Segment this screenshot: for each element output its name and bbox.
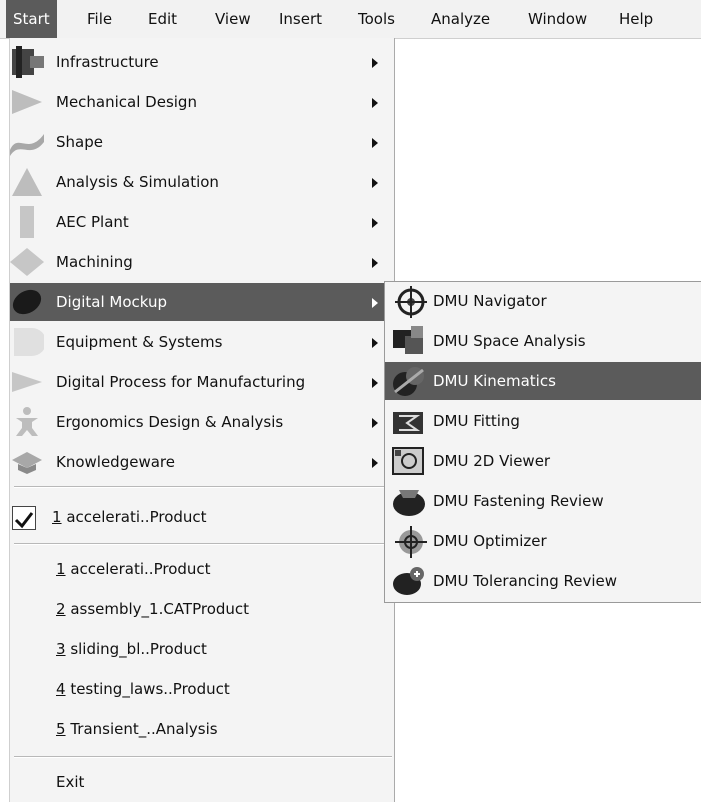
menu-file[interactable]: File bbox=[80, 0, 119, 38]
menu-window[interactable]: Window bbox=[521, 0, 594, 38]
knowledgeware-icon bbox=[12, 452, 42, 474]
dmu-tolerancing-review-icon bbox=[393, 567, 424, 595]
ergonomics-icon bbox=[16, 407, 38, 436]
digital-mockup-submenu: DMU Navigator DMU Space Analysis DMU Kin… bbox=[384, 281, 701, 603]
submenu-item-dmu-kinematics[interactable]: DMU Kinematics bbox=[385, 362, 701, 400]
recent-file-5[interactable]: 5 Transient_..Analysis bbox=[10, 710, 394, 748]
recent-file-4[interactable]: 4 testing_laws..Product bbox=[10, 670, 394, 708]
submenu-item-dmu-fitting[interactable]: DMU Fitting bbox=[385, 402, 701, 440]
dmu-fastening-review-icon bbox=[393, 490, 425, 516]
recent-file-2[interactable]: 2 assembly_1.CATProduct bbox=[10, 590, 394, 628]
menu-item-label: Infrastructure bbox=[56, 53, 159, 71]
recent-file-3[interactable]: 3 sliding_bl..Product bbox=[10, 630, 394, 668]
submenu-arrow-icon bbox=[372, 338, 378, 348]
recent-file-1[interactable]: 1 accelerati..Product bbox=[10, 550, 394, 588]
menu-bar: Start File Edit View Insert Tools Analyz… bbox=[0, 0, 701, 39]
menu-analyze[interactable]: Analyze bbox=[424, 0, 497, 38]
shape-icon bbox=[10, 134, 44, 156]
submenu-item-label: DMU Tolerancing Review bbox=[433, 572, 618, 590]
menu-edit[interactable]: Edit bbox=[141, 0, 184, 38]
submenu-arrow-icon bbox=[372, 98, 378, 108]
infrastructure-icon bbox=[12, 46, 44, 78]
menu-item-knowledgeware[interactable]: Knowledgeware bbox=[10, 443, 394, 481]
menu-item-mechanical-design[interactable]: Mechanical Design bbox=[10, 83, 394, 121]
submenu-arrow-icon bbox=[372, 178, 378, 188]
menu-item-label: Mechanical Design bbox=[56, 93, 197, 111]
dmu-optimizer-icon bbox=[395, 526, 427, 558]
menu-item-label: Knowledgeware bbox=[56, 453, 175, 471]
exit-menu-item[interactable]: Exit bbox=[10, 763, 394, 801]
menu-tools[interactable]: Tools bbox=[351, 0, 402, 38]
submenu-item-label: DMU Kinematics bbox=[433, 372, 556, 390]
submenu-arrow-icon bbox=[372, 58, 378, 68]
submenu-arrow-icon bbox=[372, 458, 378, 468]
dmu-2d-viewer-icon bbox=[392, 447, 424, 475]
menu-separator bbox=[14, 543, 392, 545]
menu-item-shape[interactable]: Shape bbox=[10, 123, 394, 161]
submenu-item-dmu-optimizer[interactable]: DMU Optimizer bbox=[385, 522, 701, 560]
menu-insert[interactable]: Insert bbox=[272, 0, 329, 38]
menu-separator bbox=[14, 486, 392, 488]
submenu-arrow-icon bbox=[372, 298, 378, 308]
dmu-fitting-icon bbox=[393, 412, 423, 434]
start-menu: Infrastructure Mechanical Design Shape A… bbox=[9, 38, 395, 802]
menu-item-label: Machining bbox=[56, 253, 133, 271]
submenu-item-label: DMU Optimizer bbox=[433, 532, 547, 550]
menu-item-aec-plant[interactable]: AEC Plant bbox=[10, 203, 394, 241]
aec-plant-icon bbox=[20, 206, 34, 238]
menu-item-label: Analysis & Simulation bbox=[56, 173, 219, 191]
menu-item-machining[interactable]: Machining bbox=[10, 243, 394, 281]
menu-item-digital-mockup[interactable]: Digital Mockup bbox=[10, 283, 394, 321]
submenu-arrow-icon bbox=[372, 138, 378, 148]
submenu-item-dmu-space-analysis[interactable]: DMU Space Analysis bbox=[385, 322, 701, 360]
check-icon bbox=[12, 506, 36, 530]
equipment-systems-icon bbox=[14, 328, 44, 356]
menu-item-label: Digital Process for Manufacturing bbox=[56, 373, 306, 391]
menu-item-analysis-simulation[interactable]: Analysis & Simulation bbox=[10, 163, 394, 201]
menu-item-label: AEC Plant bbox=[56, 213, 129, 231]
submenu-item-dmu-navigator[interactable]: DMU Navigator bbox=[385, 282, 701, 320]
submenu-arrow-icon bbox=[372, 258, 378, 268]
submenu-arrow-icon bbox=[372, 218, 378, 228]
machining-icon bbox=[10, 248, 44, 276]
dmu-kinematics-icon bbox=[393, 367, 424, 396]
menu-item-label: Equipment & Systems bbox=[56, 333, 223, 351]
dmu-navigator-icon bbox=[395, 286, 427, 318]
submenu-item-dmu-fastening-review[interactable]: DMU Fastening Review bbox=[385, 482, 701, 520]
menu-item-label: Digital Mockup bbox=[56, 293, 168, 311]
submenu-arrow-icon bbox=[372, 378, 378, 388]
submenu-arrow-icon bbox=[372, 418, 378, 428]
menu-help[interactable]: Help bbox=[612, 0, 660, 38]
menu-item-digital-process[interactable]: Digital Process for Manufacturing bbox=[10, 363, 394, 401]
menu-item-infrastructure[interactable]: Infrastructure bbox=[10, 43, 394, 81]
submenu-item-dmu-2d-viewer[interactable]: DMU 2D Viewer bbox=[385, 442, 701, 480]
submenu-item-dmu-tolerancing-review[interactable]: DMU Tolerancing Review bbox=[385, 562, 701, 600]
digital-process-icon bbox=[12, 372, 42, 392]
analysis-simulation-icon bbox=[12, 168, 42, 196]
menu-item-label: Ergonomics Design & Analysis bbox=[56, 413, 284, 431]
submenu-item-label: DMU Navigator bbox=[433, 292, 547, 310]
dmu-space-analysis-icon bbox=[393, 326, 423, 354]
submenu-item-label: DMU 2D Viewer bbox=[433, 452, 551, 470]
menu-item-current-document[interactable]: 1 accelerati..Product bbox=[10, 498, 394, 536]
menu-view[interactable]: View bbox=[208, 0, 258, 38]
submenu-item-label: DMU Fitting bbox=[433, 412, 520, 430]
submenu-item-label: DMU Fastening Review bbox=[433, 492, 604, 510]
digital-mockup-icon bbox=[12, 289, 42, 315]
mechanical-design-icon bbox=[12, 90, 42, 114]
menu-separator bbox=[14, 756, 392, 758]
submenu-item-label: DMU Space Analysis bbox=[433, 332, 586, 350]
menu-item-equipment-systems[interactable]: Equipment & Systems bbox=[10, 323, 394, 361]
menu-start[interactable]: Start bbox=[6, 0, 57, 38]
menu-item-label: Shape bbox=[56, 133, 103, 151]
menu-item-ergonomics[interactable]: Ergonomics Design & Analysis bbox=[10, 403, 394, 441]
